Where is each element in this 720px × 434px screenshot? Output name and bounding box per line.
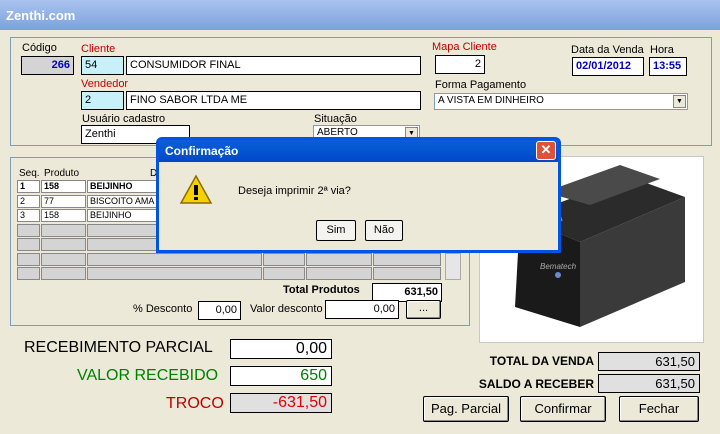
valor-desconto-field[interactable]: 0,00 [325, 300, 399, 319]
grid-empty-cell[interactable] [87, 238, 167, 251]
grid-empty-cell[interactable] [41, 224, 86, 237]
codigo-field[interactable]: 266 [21, 56, 74, 75]
grid-empty-cell[interactable] [373, 267, 441, 280]
troco-value: -631,50 [230, 393, 332, 413]
hora-field[interactable]: 13:55 [649, 57, 687, 76]
cliente-name-field[interactable]: CONSUMIDOR FINAL [126, 56, 421, 75]
grid-desc[interactable]: BEIJINHO [87, 209, 167, 222]
mapa-field[interactable]: 2 [435, 55, 485, 74]
mapa-label: Mapa Cliente [432, 41, 497, 53]
grid-scrollbar[interactable] [445, 253, 461, 280]
grid-seq[interactable]: 2 [17, 195, 40, 208]
total-produtos-label: Total Produtos [283, 284, 360, 296]
grid-empty-cell[interactable] [263, 253, 305, 266]
printer-brand: Bematech [540, 262, 577, 271]
close-icon[interactable]: ✕ [536, 141, 556, 160]
hora-label: Hora [650, 44, 674, 56]
recebido-label: VALOR RECEBIDO [77, 367, 219, 384]
total-venda-label: TOTAL DA VENDA [489, 354, 594, 368]
saldo-value: 631,50 [598, 374, 700, 393]
total-venda-value: 631,50 [598, 352, 700, 371]
valor-desconto-label: Valor desconto [250, 303, 323, 315]
codigo-label: Código [22, 42, 57, 54]
grid-empty-cell[interactable] [17, 253, 40, 266]
grid-empty-cell[interactable] [17, 267, 40, 280]
fechar-button[interactable]: Fechar [619, 396, 699, 422]
vendedor-name-field[interactable]: FINO SABOR LTDA ME [126, 91, 421, 110]
grid-empty-cell[interactable] [87, 224, 167, 237]
grid-seq[interactable]: 3 [17, 209, 40, 222]
chevron-down-icon[interactable]: ▼ [673, 95, 686, 108]
forma-select[interactable]: A VISTA EM DINHEIRO ▼ [434, 93, 688, 110]
grid-cod[interactable]: 77 [41, 195, 86, 208]
grid-empty-cell[interactable] [41, 267, 86, 280]
window-title: Zenthi.com [6, 8, 76, 23]
grid-empty-cell[interactable] [17, 224, 40, 237]
parcial-value[interactable]: 0,00 [230, 339, 332, 359]
saldo-label: SALDO A RECEBER [478, 377, 594, 391]
grid-cod[interactable]: 158 [41, 209, 86, 222]
data-field[interactable]: 02/01/2012 [572, 57, 644, 76]
cliente-id-field[interactable]: 54 [81, 56, 124, 75]
grid-seq[interactable]: 1 [17, 180, 40, 193]
grid-empty-cell[interactable] [41, 253, 86, 266]
grid-desc[interactable]: BISCOITO AMA [87, 195, 167, 208]
ellipsis-button[interactable]: ... [406, 300, 441, 319]
desconto-pct-field[interactable]: 0,00 [198, 301, 241, 320]
confirm-dialog: Confirmação ✕ Deseja imprimir 2ª via? Si… [156, 137, 561, 253]
desconto-pct-label: % Desconto [133, 303, 193, 315]
no-button[interactable]: Não [365, 220, 403, 241]
col-produto: Produto [44, 168, 80, 179]
grid-empty-cell[interactable] [373, 253, 441, 266]
warning-icon [179, 174, 213, 204]
recebido-value[interactable]: 650 [230, 366, 332, 386]
confirmar-button[interactable]: Confirmar [520, 396, 606, 422]
troco-label: TROCO [166, 395, 224, 412]
parcial-label: RECEBIMENTO PARCIAL [24, 339, 213, 356]
dialog-titlebar: Confirmação [159, 140, 558, 162]
col-seq: Seq. [19, 168, 40, 179]
dialog-title: Confirmação [165, 144, 239, 158]
forma-value: A VISTA EM DINHEIRO [438, 95, 544, 106]
vendedor-id-field[interactable]: 2 [81, 91, 124, 110]
grid-empty-cell[interactable] [41, 238, 86, 251]
data-label: Data da Venda [571, 44, 644, 56]
forma-label: Forma Pagamento [435, 79, 527, 91]
grid-empty-cell[interactable] [87, 253, 262, 266]
grid-empty-cell[interactable] [306, 267, 372, 280]
cliente-label: Cliente [81, 43, 116, 55]
situacao-label: Situação [314, 113, 357, 125]
window-titlebar: Zenthi.com [0, 0, 720, 30]
dialog-message: Deseja imprimir 2ª via? [238, 185, 351, 197]
usuario-label: Usuário cadastro [82, 113, 166, 125]
yes-button[interactable]: Sim [316, 220, 356, 241]
pag-parcial-button[interactable]: Pag. Parcial [423, 396, 509, 422]
grid-empty-cell[interactable] [263, 267, 305, 280]
grid-empty-cell[interactable] [87, 267, 262, 280]
grid-desc[interactable]: BEIJINHO [87, 180, 167, 193]
grid-cod[interactable]: 158 [41, 180, 86, 193]
grid-empty-cell[interactable] [306, 253, 372, 266]
vendedor-label: Vendedor [81, 78, 129, 90]
grid-empty-cell[interactable] [17, 238, 40, 251]
